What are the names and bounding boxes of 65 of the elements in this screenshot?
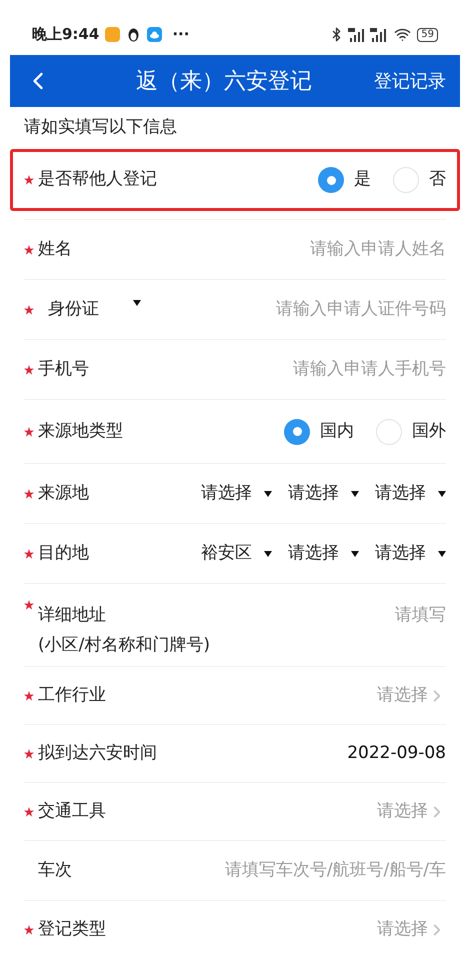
signal-icon [348,28,366,42]
region-select[interactable]: 裕安区 [201,540,272,566]
field-label: 车次 [38,858,72,882]
caret-icon [351,490,359,498]
radio-button[interactable] [393,167,419,193]
caret-icon [264,550,272,558]
region-select[interactable]: 请选择 [288,540,359,566]
field-label: 拟到达六安时间 [38,742,157,765]
radio-label: 否 [429,168,446,192]
field-label: 交通工具 [38,800,106,823]
radio-button[interactable] [284,418,310,444]
caret-icon [133,298,141,307]
text-field[interactable]: 请输入申请人手机号 [101,356,446,382]
required-icon [24,244,34,254]
field-label: 是否帮他人登记 [38,168,157,192]
text-field[interactable]: 请填写车次号/航班号/船号/车 [84,858,446,884]
cloud-app-icon [147,27,162,42]
required-icon [24,600,34,610]
field-label: 工作行业 [38,684,106,707]
field-label: 来源地 [38,482,89,505]
status-time: 晚上9:44 [32,24,100,46]
region-select[interactable]: 请选择 [375,540,446,566]
battery-icon: 59 [417,28,438,42]
field-label: 来源地类型 [38,420,123,443]
caret-icon [264,490,272,498]
caret-icon [351,550,359,558]
required-icon [24,924,34,934]
required-icon [24,488,34,498]
intro-text: 请如实填写以下信息 [24,116,177,140]
required-icon [24,175,34,185]
radio-button[interactable] [318,167,344,193]
field-label: 姓名 [38,238,72,261]
required-icon [24,548,34,558]
required-icon [24,364,34,374]
text-field[interactable]: 请输入申请人姓名 [84,236,446,262]
app-icon [128,28,140,42]
radio-label: 是 [354,168,371,192]
required-icon [24,304,34,314]
radio-button[interactable] [376,418,402,444]
caret-icon [438,550,446,558]
radio-label: 国外 [412,420,446,443]
field-label: 登记类型 [38,918,106,941]
page-title: 返（来）六安登记 [136,68,312,96]
field-label: 手机号 [38,358,89,381]
records-link[interactable]: 登记记录 [374,68,446,94]
field-label: 目的地 [38,542,89,565]
required-icon [24,806,34,816]
id-type-select[interactable]: 身份证 [38,296,141,322]
text-field[interactable]: 请输入申请人证件号码 [153,296,446,322]
caret-icon [438,490,446,498]
required-icon [24,426,34,436]
required-icon [24,690,34,700]
app-icon [105,27,120,42]
radio-label: 国内 [320,420,354,443]
wifi-icon [394,26,412,43]
region-select[interactable]: 请选择 [288,480,359,506]
date-select[interactable]: 2022-09-08 [347,740,446,766]
text-field[interactable]: 请填写 [222,600,446,630]
field-hint: (小区/村名称和门牌号) [38,634,210,657]
signal-icon [370,28,388,42]
region-select[interactable]: 请选择 [375,480,446,506]
region-select[interactable]: 请选择 [201,480,272,506]
required-icon [24,748,34,758]
field-label: 详细地址 [38,604,107,627]
more-notifications: ··· [172,24,190,46]
